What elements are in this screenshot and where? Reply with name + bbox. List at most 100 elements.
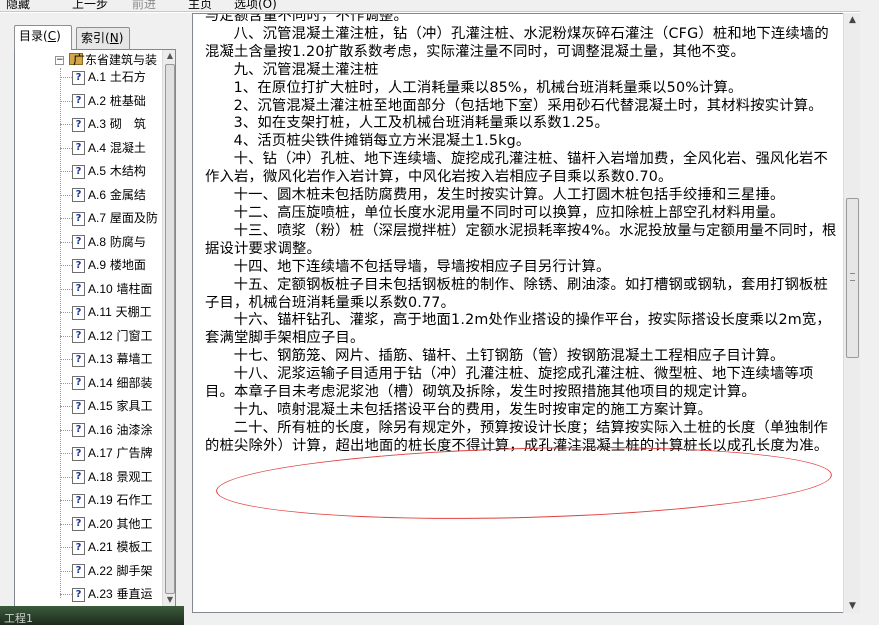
document-body: 与定额含量不同时，不作调整。 八、沉管混凝土灌注桩，钻（冲）孔灌注桩、水泥粉煤灰碎… bbox=[205, 14, 837, 456]
document-paragraph: 十八、泥浆运输子目适用于钻（冲）孔灌注桩、旋挖成孔灌注桩、微型桩、地下连续墙等项… bbox=[205, 366, 814, 401]
tree-item-code: A.21 bbox=[88, 540, 113, 554]
scroll-down-icon[interactable]: ▼ bbox=[844, 599, 861, 613]
tree-item-code: A.5 bbox=[88, 164, 107, 178]
tree-item-label: 屋面及防 bbox=[109, 211, 158, 225]
tree-item-label: 门窗工 bbox=[116, 328, 153, 343]
document-paragraph: 1、在原位打扩大桩时，人工消耗量乘以85%，机械台班消耗量乘以50%计算。 bbox=[233, 79, 743, 96]
taskbar-preview: 工程1 bbox=[0, 606, 184, 625]
tree-item-label: 天棚工 bbox=[115, 305, 152, 319]
tree-item-code: A.12 bbox=[88, 328, 113, 343]
help-topic-icon: ? bbox=[72, 493, 85, 508]
tree-item-label: 木结构 bbox=[109, 164, 146, 178]
help-topic-icon: ? bbox=[72, 564, 85, 578]
help-topic-icon: ? bbox=[72, 352, 85, 367]
collapse-icon[interactable]: − bbox=[55, 56, 64, 65]
help-topic-icon: ? bbox=[72, 282, 85, 296]
tree-item[interactable]: ? A.9 楼地面 bbox=[60, 256, 162, 274]
tree-item-code: A.8 bbox=[88, 234, 107, 249]
tree-item[interactable]: ? A.3 砌 筑 bbox=[60, 115, 162, 133]
tree-item[interactable]: ? A.13 幕墙工 bbox=[60, 350, 162, 368]
tree-item[interactable]: ? A.20 其他工 bbox=[60, 515, 162, 533]
tree-connector bbox=[60, 523, 72, 525]
tree-item[interactable]: ? A.10 墙柱面 bbox=[60, 280, 162, 298]
document-paragraph: 八、沉管混凝土灌注桩，钻（冲）孔灌注桩、水泥粉煤灰碎石灌注（CFG）桩和地下连续… bbox=[205, 25, 829, 60]
tree-item[interactable]: ? A.21 模板工 bbox=[60, 538, 162, 556]
hide-button[interactable]: 隐藏 bbox=[6, 0, 30, 11]
back-button[interactable]: 上一步 bbox=[72, 0, 108, 11]
tree-item-code: A.11 bbox=[88, 305, 112, 319]
tree-item[interactable]: ? A.23 垂直运 bbox=[60, 585, 162, 603]
help-topic-icon: ? bbox=[72, 164, 85, 179]
content-scrollbar[interactable]: ▲ ▼ bbox=[843, 13, 860, 613]
toolbar: 隐藏 上一步 前进 主页 选项(O) bbox=[0, 0, 879, 12]
tree-scroll-thumb[interactable] bbox=[165, 64, 175, 594]
tab-contents-label: 目录 bbox=[19, 29, 44, 43]
tree-connector bbox=[60, 265, 72, 266]
tree-item[interactable]: ? A.22 脚手架 bbox=[60, 562, 162, 580]
help-topic-icon: ? bbox=[72, 188, 85, 202]
tree-connector bbox=[60, 241, 72, 243]
help-topic-icon: ? bbox=[72, 70, 85, 85]
tab-index-key: N bbox=[109, 31, 119, 45]
tab-index[interactable]: 索引(N) bbox=[76, 27, 130, 49]
contents-tree[interactable]: − 广东省建筑与装 ? A.1 土石方 ? A.2 桩基础 ? A.3 砌 筑 ? A.4 混… bbox=[14, 49, 176, 609]
tree-connector bbox=[60, 406, 72, 407]
tree-item[interactable]: ? A.8 防腐与 bbox=[60, 233, 162, 251]
tree-connector bbox=[60, 218, 72, 219]
document-paragraph: 十四、地下连续墙不包括导墙，导墙按相应子目另行计算。 bbox=[233, 258, 611, 275]
tree-item[interactable]: ? A.4 混凝土 bbox=[60, 139, 162, 157]
scroll-up-icon[interactable]: ▲ bbox=[844, 13, 861, 27]
pane-splitter[interactable] bbox=[184, 13, 192, 625]
tree-item[interactable]: ? A.17 广告牌 bbox=[60, 444, 162, 462]
tree-item[interactable]: ? A.2 桩基础 bbox=[60, 92, 162, 110]
tree-item-label: 墙柱面 bbox=[116, 281, 153, 296]
tree-item[interactable]: ? A.18 景观工 bbox=[60, 468, 162, 486]
tree-item-label: 砌 筑 bbox=[109, 117, 146, 131]
tree-item[interactable]: ? A.12 门窗工 bbox=[60, 327, 162, 345]
help-topic-icon: ? bbox=[72, 470, 85, 484]
scroll-up-icon[interactable]: ▲ bbox=[165, 50, 175, 62]
tree-item-code: A.13 bbox=[88, 352, 113, 366]
tab-contents[interactable]: 目录(C) bbox=[14, 25, 72, 50]
tree-item-code: A.14 bbox=[88, 375, 113, 390]
document-paragraph: 十五、定额钢板桩子目未包括钢板桩的制作、除锈、刷油漆。如打槽钢或钢轨，套用打钢板… bbox=[205, 276, 828, 311]
tree-item[interactable]: ? A.16 油漆涂 bbox=[60, 421, 162, 439]
options-menu-button[interactable]: 选项(O) bbox=[234, 0, 277, 11]
tree-connector bbox=[60, 500, 72, 501]
tree-item[interactable]: ? A.6 金属结 bbox=[60, 186, 162, 204]
tree-item-label: 脚手架 bbox=[116, 563, 153, 578]
help-topic-icon: ? bbox=[72, 446, 85, 461]
document-paragraph: 二十、所有桩的长度，除另有规定外，预算按设计长度；结算按实际入土桩的长度（单独制… bbox=[205, 419, 829, 454]
tree-item[interactable]: ? A.7 屋面及防 bbox=[60, 209, 162, 227]
tree-connector bbox=[60, 359, 72, 360]
tree-item-label: 模板工 bbox=[116, 540, 153, 554]
tree-item-label: 垂直运 bbox=[116, 587, 153, 601]
tree-connector bbox=[60, 100, 72, 102]
grip-icon bbox=[850, 273, 855, 281]
tree-scrollbar[interactable]: ▲ ▼ bbox=[162, 50, 175, 608]
tree-item-label: 细部装 bbox=[116, 375, 153, 390]
tree-connector bbox=[60, 194, 72, 196]
tab-index-label: 索引 bbox=[81, 31, 106, 45]
document-paragraph: 十、钻（冲）孔桩、地下连续墙、旋挖成孔灌注桩、锚杆入岩增加费，全风化岩、强风化岩… bbox=[205, 151, 828, 186]
document-paragraph: 十六、锚杆钻孔、灌浆，高于地面1.2m处作业搭设的操作平台，按实际搭设长度乘以2… bbox=[205, 312, 831, 347]
tree-item-code: A.9 bbox=[88, 258, 107, 272]
tree-item[interactable]: ? A.14 细部装 bbox=[60, 374, 162, 392]
tree-item[interactable]: ? A.15 家具工 bbox=[60, 397, 162, 415]
content-scroll-thumb[interactable] bbox=[846, 198, 859, 358]
tree-item[interactable]: ? A.1 土石方 bbox=[60, 68, 162, 86]
tree-item[interactable]: ? A.5 木结构 bbox=[60, 162, 162, 180]
tree-item[interactable]: ? A.11 天棚工 bbox=[60, 303, 162, 321]
document-paragraph: 2、沉管混凝土灌注桩至地面部分（包括地下室）采用砂石代替混凝土时，其材料按实计算… bbox=[233, 97, 823, 114]
tree-connector bbox=[60, 429, 72, 431]
forward-button[interactable]: 前进 bbox=[132, 0, 156, 11]
document-paragraph: 十三、喷浆（粉）桩（深层搅拌桩）定额水泥损耗率按4%。水泥投放量与定额用量不同时… bbox=[205, 222, 837, 257]
tree-root-item[interactable]: 广东省建筑与装 bbox=[73, 52, 175, 68]
tree-connector bbox=[60, 570, 72, 572]
tree-item-label: 混凝土 bbox=[109, 140, 146, 155]
scroll-down-icon[interactable]: ▼ bbox=[165, 594, 175, 606]
help-topic-icon: ? bbox=[72, 258, 85, 273]
tree-item[interactable]: ? A.19 石作工 bbox=[60, 491, 162, 509]
home-button[interactable]: 主页 bbox=[188, 0, 212, 11]
tree-item-code: A.18 bbox=[88, 469, 113, 484]
